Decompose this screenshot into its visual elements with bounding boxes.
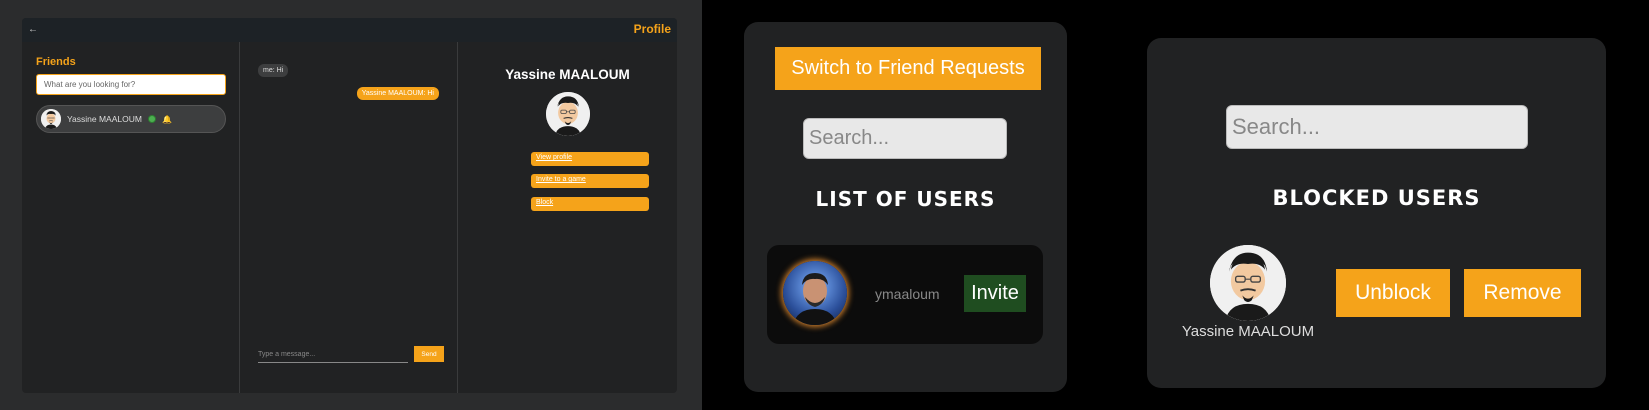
friends-search-input[interactable]	[36, 74, 226, 95]
friend-name: Yassine MAALOUM	[67, 114, 142, 124]
view-profile-button[interactable]: View profile	[531, 152, 649, 166]
message-outgoing: Yassine MAALOUM: Hi	[356, 87, 439, 100]
block-button[interactable]: Block	[531, 197, 649, 211]
chat-app-background: ← Profile Friends Yassine MAALOUM 🔔 me: …	[0, 0, 702, 410]
chat-window: ← Profile Friends Yassine MAALOUM 🔔 me: …	[22, 18, 677, 393]
unblock-button[interactable]: Unblock	[1336, 269, 1450, 317]
invite-button[interactable]: Invite	[964, 275, 1026, 312]
online-status-icon	[147, 115, 156, 123]
message-incoming: me: Hi	[258, 64, 289, 77]
user-login: ymaaloum	[875, 286, 940, 302]
profile-column: Yassine MAALOUM View profile Invite to a…	[458, 42, 677, 393]
users-list-card: Switch to Friend Requests LIST OF USERS …	[744, 22, 1067, 392]
blocked-users-title: BLOCKED USERS	[1272, 186, 1481, 210]
switch-to-friend-requests-button[interactable]: Switch to Friend Requests	[775, 47, 1041, 90]
blocked-users-card: BLOCKED USERS Yassine MAALOUM Unblock Re…	[1147, 38, 1606, 388]
bell-icon[interactable]: 🔔	[162, 115, 172, 124]
profile-name: Yassine MAALOUM	[505, 67, 630, 82]
blocked-search-input[interactable]	[1226, 105, 1528, 149]
blocked-user-name: Yassine MAALOUM	[1181, 323, 1315, 340]
send-button[interactable]: Send	[414, 346, 444, 362]
friends-column: Friends Yassine MAALOUM 🔔	[22, 42, 240, 393]
blocked-user-avatar	[1210, 245, 1286, 321]
chat-header: ← Profile	[22, 18, 677, 42]
messages-column: me: Hi Yassine MAALOUM: Hi Send	[240, 42, 458, 393]
remove-button[interactable]: Remove	[1464, 269, 1581, 317]
user-photo	[783, 261, 847, 325]
header-profile-title: Profile	[633, 22, 671, 36]
users-search-input[interactable]	[803, 118, 1007, 159]
profile-avatar	[546, 92, 590, 136]
friend-list-item[interactable]: Yassine MAALOUM 🔔	[36, 105, 226, 133]
back-arrow-icon[interactable]: ←	[28, 24, 38, 35]
invite-to-game-button[interactable]: Invite to a game	[531, 174, 649, 188]
message-input[interactable]	[258, 347, 408, 363]
user-row: ymaaloum Invite	[767, 245, 1043, 344]
friend-avatar	[41, 109, 61, 129]
screenshot-collage: ← Profile Friends Yassine MAALOUM 🔔 me: …	[0, 0, 1649, 410]
friends-title: Friends	[36, 56, 76, 68]
list-of-users-title: LIST OF USERS	[815, 187, 996, 211]
